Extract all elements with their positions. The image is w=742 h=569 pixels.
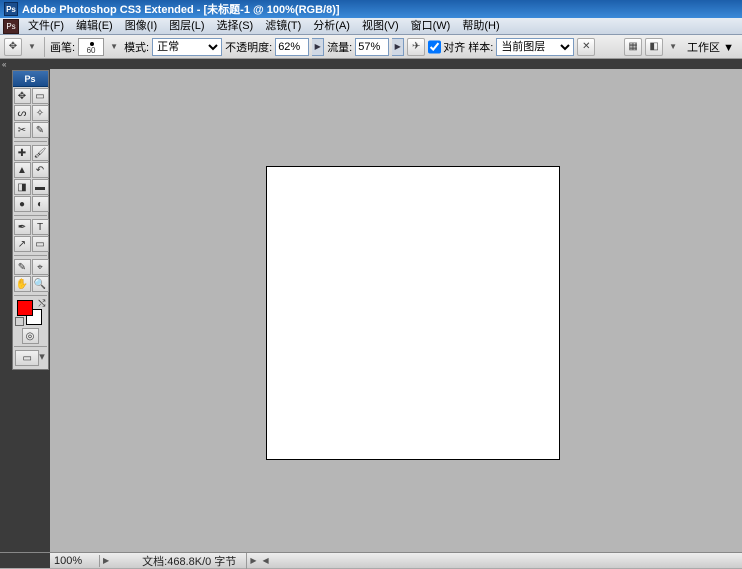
menu-filter[interactable]: 滤镜(T) [259,18,307,35]
ps-logo-icon: Ps [4,2,18,16]
tool-preset-icon[interactable]: ✥ [4,38,22,56]
history-brush-tool[interactable]: ↶ [32,162,49,178]
zoom-arrow-icon[interactable]: ▶ [100,556,112,565]
brush-tool[interactable]: 🖌 [32,145,49,161]
options-bar: ✥ ▼ 画笔: 60 ▼ 模式: 正常 不透明度: ▶ 流量: ▶ ✈ 对齐 样… [0,35,742,59]
color-swatches: ⤭ [15,298,46,326]
sample-select[interactable]: 当前图层 [496,38,574,56]
divider [14,346,47,347]
title-bar: Ps Adobe Photoshop CS3 Extended - [未标题-1… [0,0,742,18]
brush-label: 画笔: [50,39,75,55]
ps-menu-icon[interactable]: Ps [3,19,19,34]
menu-image[interactable]: 图像(I) [119,18,163,35]
aligned-check[interactable] [428,38,441,56]
notes-tool[interactable]: ✎ [14,259,31,275]
menu-view[interactable]: 视图(V) [356,18,405,35]
eraser-tool[interactable]: ◨ [14,179,31,195]
doc-info[interactable]: 文档:468.8K/0 字节 [112,553,247,569]
flow-label: 流量: [327,39,352,55]
workspace-label[interactable]: 工作区 ▼ [683,39,738,55]
flow-input[interactable] [355,38,389,56]
wand-tool[interactable]: ✧ [32,105,49,121]
opacity-input[interactable] [275,38,309,56]
marquee-tool[interactable]: ▭ [32,88,49,104]
quickmask-toggle[interactable]: ◎ [22,328,39,344]
slice-tool[interactable]: ✎ [32,122,49,138]
gradient-tool[interactable]: ▬ [32,179,49,195]
menu-edit[interactable]: 编辑(E) [70,18,119,35]
workspace: Ps ✥ ▭ ᔕ ✧ ✂ ✎ ✚ 🖌 ▲ ↶ ◨ ▬ ● ◐ [0,69,742,552]
tool-grid: ✥ ▭ ᔕ ✧ ✂ ✎ [13,87,48,139]
mode-label: 模式: [124,39,149,55]
menu-bar: Ps 文件(F) 编辑(E) 图像(I) 图层(L) 选择(S) 滤镜(T) 分… [0,18,742,35]
airbrush-icon[interactable]: ✈ [407,38,425,56]
panel-collapse-tab[interactable]: « [0,59,742,69]
crop-tool[interactable]: ✂ [14,122,31,138]
menu-window[interactable]: 窗口(W) [405,18,457,35]
palette-dock[interactable] [0,69,10,552]
screenmode-dropdown[interactable]: ▾ [39,350,45,366]
window-title: Adobe Photoshop CS3 Extended - [未标题-1 @ … [22,1,340,17]
mode-select[interactable]: 正常 [152,38,222,56]
foreground-swatch[interactable] [17,300,33,316]
type-tool[interactable]: T [32,219,49,235]
scroll-left-icon[interactable]: ◀ [259,556,271,565]
bridge-icon[interactable]: ◧ [645,38,663,56]
document-canvas[interactable] [266,166,560,460]
tool-grid-2: ✚ 🖌 ▲ ↶ ◨ ▬ ● ◐ [13,144,48,213]
blur-tool[interactable]: ● [14,196,31,212]
pen-tool[interactable]: ✒ [14,219,31,235]
quickmask-row: ◎ [13,328,48,344]
aligned-checkbox[interactable]: 对齐 [428,38,465,56]
file-browser-icon[interactable]: ▦ [624,38,642,56]
move-tool[interactable]: ✥ [14,88,31,104]
canvas-area[interactable] [50,69,742,552]
menu-layer[interactable]: 图层(L) [163,18,210,35]
zoom-level[interactable]: 100% [50,555,100,567]
swap-colors-icon[interactable]: ⤭ [38,298,45,309]
tool-preset-dropdown[interactable]: ▼ [25,40,39,54]
brush-size: 60 [87,46,96,55]
divider [14,255,47,256]
flow-arrow[interactable]: ▶ [392,38,404,56]
path-select-tool[interactable]: ↗ [14,236,31,252]
doc-arrow-icon[interactable]: ▶ [247,556,259,565]
divider [14,141,47,142]
menu-file[interactable]: 文件(F) [22,18,70,35]
stamp-tool[interactable]: ▲ [14,162,31,178]
lasso-tool[interactable]: ᔕ [14,105,31,121]
tool-column: Ps ✥ ▭ ᔕ ✧ ✂ ✎ ✚ 🖌 ▲ ↶ ◨ ▬ ● ◐ [10,69,50,552]
heal-tool[interactable]: ✚ [14,145,31,161]
bridge-dropdown[interactable]: ▼ [666,40,680,54]
screenmode-row: ▭ ▾ [13,350,48,366]
separator [44,37,45,57]
hand-tool[interactable]: ✋ [14,276,31,292]
aligned-label: 对齐 [443,39,465,55]
tool-grid-4: ✎ ⌖ ✋ 🔍 [13,258,48,293]
menu-analysis[interactable]: 分析(A) [307,18,356,35]
opacity-label: 不透明度: [225,39,272,55]
menu-select[interactable]: 选择(S) [211,18,260,35]
shape-tool[interactable]: ▭ [32,236,49,252]
tool-grid-3: ✒ T ↗ ▭ [13,218,48,253]
screenmode-button[interactable]: ▭ [15,350,39,366]
eyedropper-tool[interactable]: ⌖ [32,259,49,275]
default-colors-icon[interactable] [15,317,24,326]
toolbox-header-icon[interactable]: Ps [13,71,48,87]
divider [14,215,47,216]
brush-picker[interactable]: 60 [78,38,104,56]
toolbox: Ps ✥ ▭ ᔕ ✧ ✂ ✎ ✚ 🖌 ▲ ↶ ◨ ▬ ● ◐ [12,70,49,370]
opacity-arrow[interactable]: ▶ [312,38,324,56]
dodge-tool[interactable]: ◐ [32,196,49,212]
zoom-tool[interactable]: 🔍 [32,276,49,292]
divider [14,295,47,296]
menu-help[interactable]: 帮助(H) [456,18,505,35]
ignore-adjust-icon[interactable]: ✕ [577,38,595,56]
status-bar: 100% ▶ 文档:468.8K/0 字节 ▶ ◀ [0,552,742,568]
brush-dropdown[interactable]: ▼ [107,40,121,54]
sample-label: 样本: [468,39,493,55]
